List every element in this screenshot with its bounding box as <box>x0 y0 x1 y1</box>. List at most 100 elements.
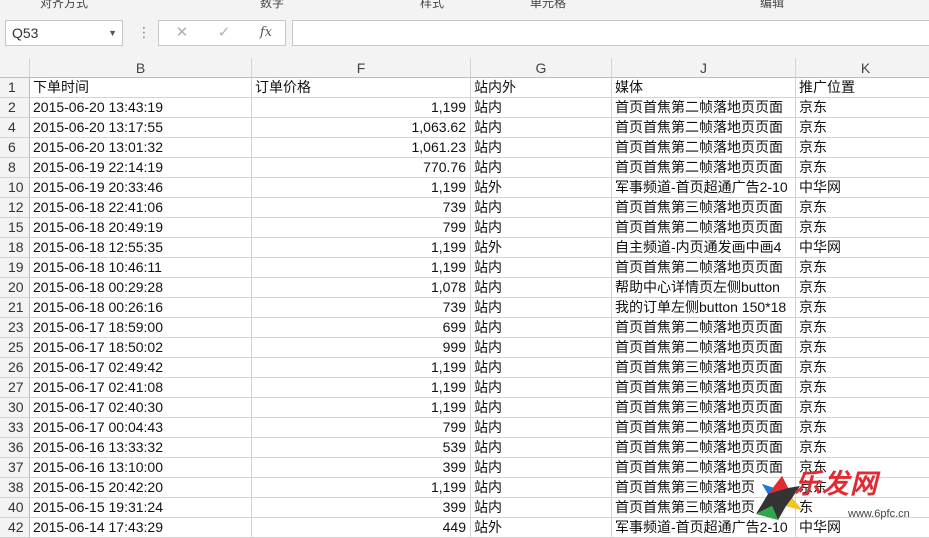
table-cell[interactable]: 首页首焦第二帧落地页页面 <box>612 258 796 278</box>
row-header[interactable]: 42 <box>0 518 30 538</box>
table-cell[interactable]: 2015-06-19 20:33:46 <box>30 178 252 198</box>
table-cell[interactable]: 站外 <box>471 178 612 198</box>
column-header-k[interactable]: K <box>796 58 929 78</box>
row-header[interactable]: 18 <box>0 238 30 258</box>
table-cell[interactable]: 539 <box>252 438 471 458</box>
table-cell[interactable]: 2015-06-20 13:17:55 <box>30 118 252 138</box>
row-header[interactable]: 33 <box>0 418 30 438</box>
row-header[interactable]: 36 <box>0 438 30 458</box>
table-cell[interactable]: 首页首焦第二帧落地页页面 <box>612 118 796 138</box>
table-cell[interactable]: 2015-06-18 00:29:28 <box>30 278 252 298</box>
table-cell[interactable]: 1,199 <box>252 98 471 118</box>
table-cell[interactable]: 699 <box>252 318 471 338</box>
table-cell[interactable]: 站内 <box>471 138 612 158</box>
table-cell[interactable]: 京东 <box>796 398 929 418</box>
table-cell[interactable]: 2015-06-17 18:59:00 <box>30 318 252 338</box>
table-cell[interactable]: 399 <box>252 458 471 478</box>
table-cell[interactable]: 首页首焦第三帧落地页页面 <box>612 358 796 378</box>
table-cell[interactable]: 2015-06-16 13:33:32 <box>30 438 252 458</box>
table-cell[interactable]: 1,078 <box>252 278 471 298</box>
table-cell[interactable]: 2015-06-17 02:49:42 <box>30 358 252 378</box>
table-cell[interactable]: 站内 <box>471 158 612 178</box>
column-header-j[interactable]: J <box>612 58 796 78</box>
table-cell[interactable]: 站内 <box>471 418 612 438</box>
table-cell[interactable]: 站内 <box>471 358 612 378</box>
table-cell[interactable]: 京东 <box>796 98 929 118</box>
table-cell[interactable]: 站内 <box>471 198 612 218</box>
table-cell[interactable]: 首页首焦第二帧落地页页面 <box>612 338 796 358</box>
table-cell[interactable]: 京东 <box>796 318 929 338</box>
table-cell[interactable]: 帮助中心详情页左侧button <box>612 278 796 298</box>
table-cell[interactable]: 站内 <box>471 258 612 278</box>
formula-input[interactable] <box>292 20 929 46</box>
table-cell[interactable]: 首页首焦第二帧落地页页面 <box>612 158 796 178</box>
table-cell[interactable]: 京东 <box>796 438 929 458</box>
table-cell[interactable]: 首页首焦第三帧落地页页面 <box>612 398 796 418</box>
table-cell[interactable]: 站内 <box>471 498 612 518</box>
cancel-icon[interactable]: ✕ <box>167 21 197 45</box>
row-header[interactable]: 2 <box>0 98 30 118</box>
table-cell[interactable]: 2015-06-17 00:04:43 <box>30 418 252 438</box>
table-cell[interactable]: 站内 <box>471 218 612 238</box>
table-cell[interactable]: 京东 <box>796 358 929 378</box>
table-cell[interactable]: 站内 <box>471 478 612 498</box>
table-cell[interactable]: 2015-06-17 02:40:30 <box>30 398 252 418</box>
table-cell[interactable]: 799 <box>252 418 471 438</box>
select-all-corner[interactable] <box>0 58 30 78</box>
table-cell[interactable]: 399 <box>252 498 471 518</box>
table-cell[interactable]: 京东 <box>796 198 929 218</box>
row-header[interactable]: 6 <box>0 138 30 158</box>
header-cell[interactable]: 站内外 <box>471 78 612 98</box>
row-header[interactable]: 27 <box>0 378 30 398</box>
more-options-icon[interactable]: ⋮ <box>137 22 151 42</box>
row-header[interactable]: 40 <box>0 498 30 518</box>
table-cell[interactable]: 首页首焦第二帧落地页页面 <box>612 138 796 158</box>
table-cell[interactable]: 首页首焦第二帧落地页页面 <box>612 418 796 438</box>
row-header[interactable]: 25 <box>0 338 30 358</box>
table-cell[interactable]: 1,199 <box>252 258 471 278</box>
table-cell[interactable]: 站内 <box>471 298 612 318</box>
insert-function-icon[interactable]: fx <box>251 21 281 45</box>
table-cell[interactable]: 首页首焦第三帧落地页页面 <box>612 378 796 398</box>
table-cell[interactable]: 1,063.62 <box>252 118 471 138</box>
table-cell[interactable]: 中华网 <box>796 178 929 198</box>
table-cell[interactable]: 1,199 <box>252 478 471 498</box>
row-header[interactable]: 26 <box>0 358 30 378</box>
table-cell[interactable]: 我的订单左侧button 150*18 <box>612 298 796 318</box>
row-header[interactable]: 1 <box>0 78 30 98</box>
column-header-g[interactable]: G <box>471 58 612 78</box>
table-cell[interactable]: 739 <box>252 298 471 318</box>
table-cell[interactable]: 2015-06-16 13:10:00 <box>30 458 252 478</box>
table-cell[interactable]: 2015-06-18 20:49:19 <box>30 218 252 238</box>
table-cell[interactable]: 2015-06-18 10:46:11 <box>30 258 252 278</box>
table-cell[interactable]: 京东 <box>796 418 929 438</box>
table-cell[interactable]: 京东 <box>796 338 929 358</box>
header-cell[interactable]: 下单时间 <box>30 78 252 98</box>
row-header[interactable]: 21 <box>0 298 30 318</box>
table-cell[interactable]: 2015-06-15 19:31:24 <box>30 498 252 518</box>
table-cell[interactable]: 站内 <box>471 438 612 458</box>
table-cell[interactable]: 2015-06-20 13:43:19 <box>30 98 252 118</box>
table-cell[interactable]: 1,199 <box>252 178 471 198</box>
table-cell[interactable]: 首页首焦第二帧落地页页面 <box>612 98 796 118</box>
table-cell[interactable]: 1,199 <box>252 358 471 378</box>
table-cell[interactable]: 2015-06-17 02:41:08 <box>30 378 252 398</box>
table-cell[interactable]: 999 <box>252 338 471 358</box>
table-cell[interactable]: 京东 <box>796 118 929 138</box>
table-cell[interactable]: 中华网 <box>796 238 929 258</box>
table-cell[interactable]: 首页首焦第二帧落地页页面 <box>612 218 796 238</box>
header-cell[interactable]: 订单价格 <box>252 78 471 98</box>
table-cell[interactable]: 2015-06-17 18:50:02 <box>30 338 252 358</box>
table-cell[interactable]: 站内 <box>471 338 612 358</box>
table-cell[interactable]: 京东 <box>796 138 929 158</box>
table-cell[interactable]: 站内 <box>471 118 612 138</box>
row-header[interactable]: 12 <box>0 198 30 218</box>
table-cell[interactable]: 2015-06-19 22:14:19 <box>30 158 252 178</box>
column-header-f[interactable]: F <box>252 58 471 78</box>
row-header[interactable]: 4 <box>0 118 30 138</box>
table-cell[interactable]: 京东 <box>796 218 929 238</box>
table-cell[interactable]: 770.76 <box>252 158 471 178</box>
table-cell[interactable]: 2015-06-18 12:55:35 <box>30 238 252 258</box>
table-cell[interactable]: 2015-06-18 22:41:06 <box>30 198 252 218</box>
table-cell[interactable]: 2015-06-20 13:01:32 <box>30 138 252 158</box>
